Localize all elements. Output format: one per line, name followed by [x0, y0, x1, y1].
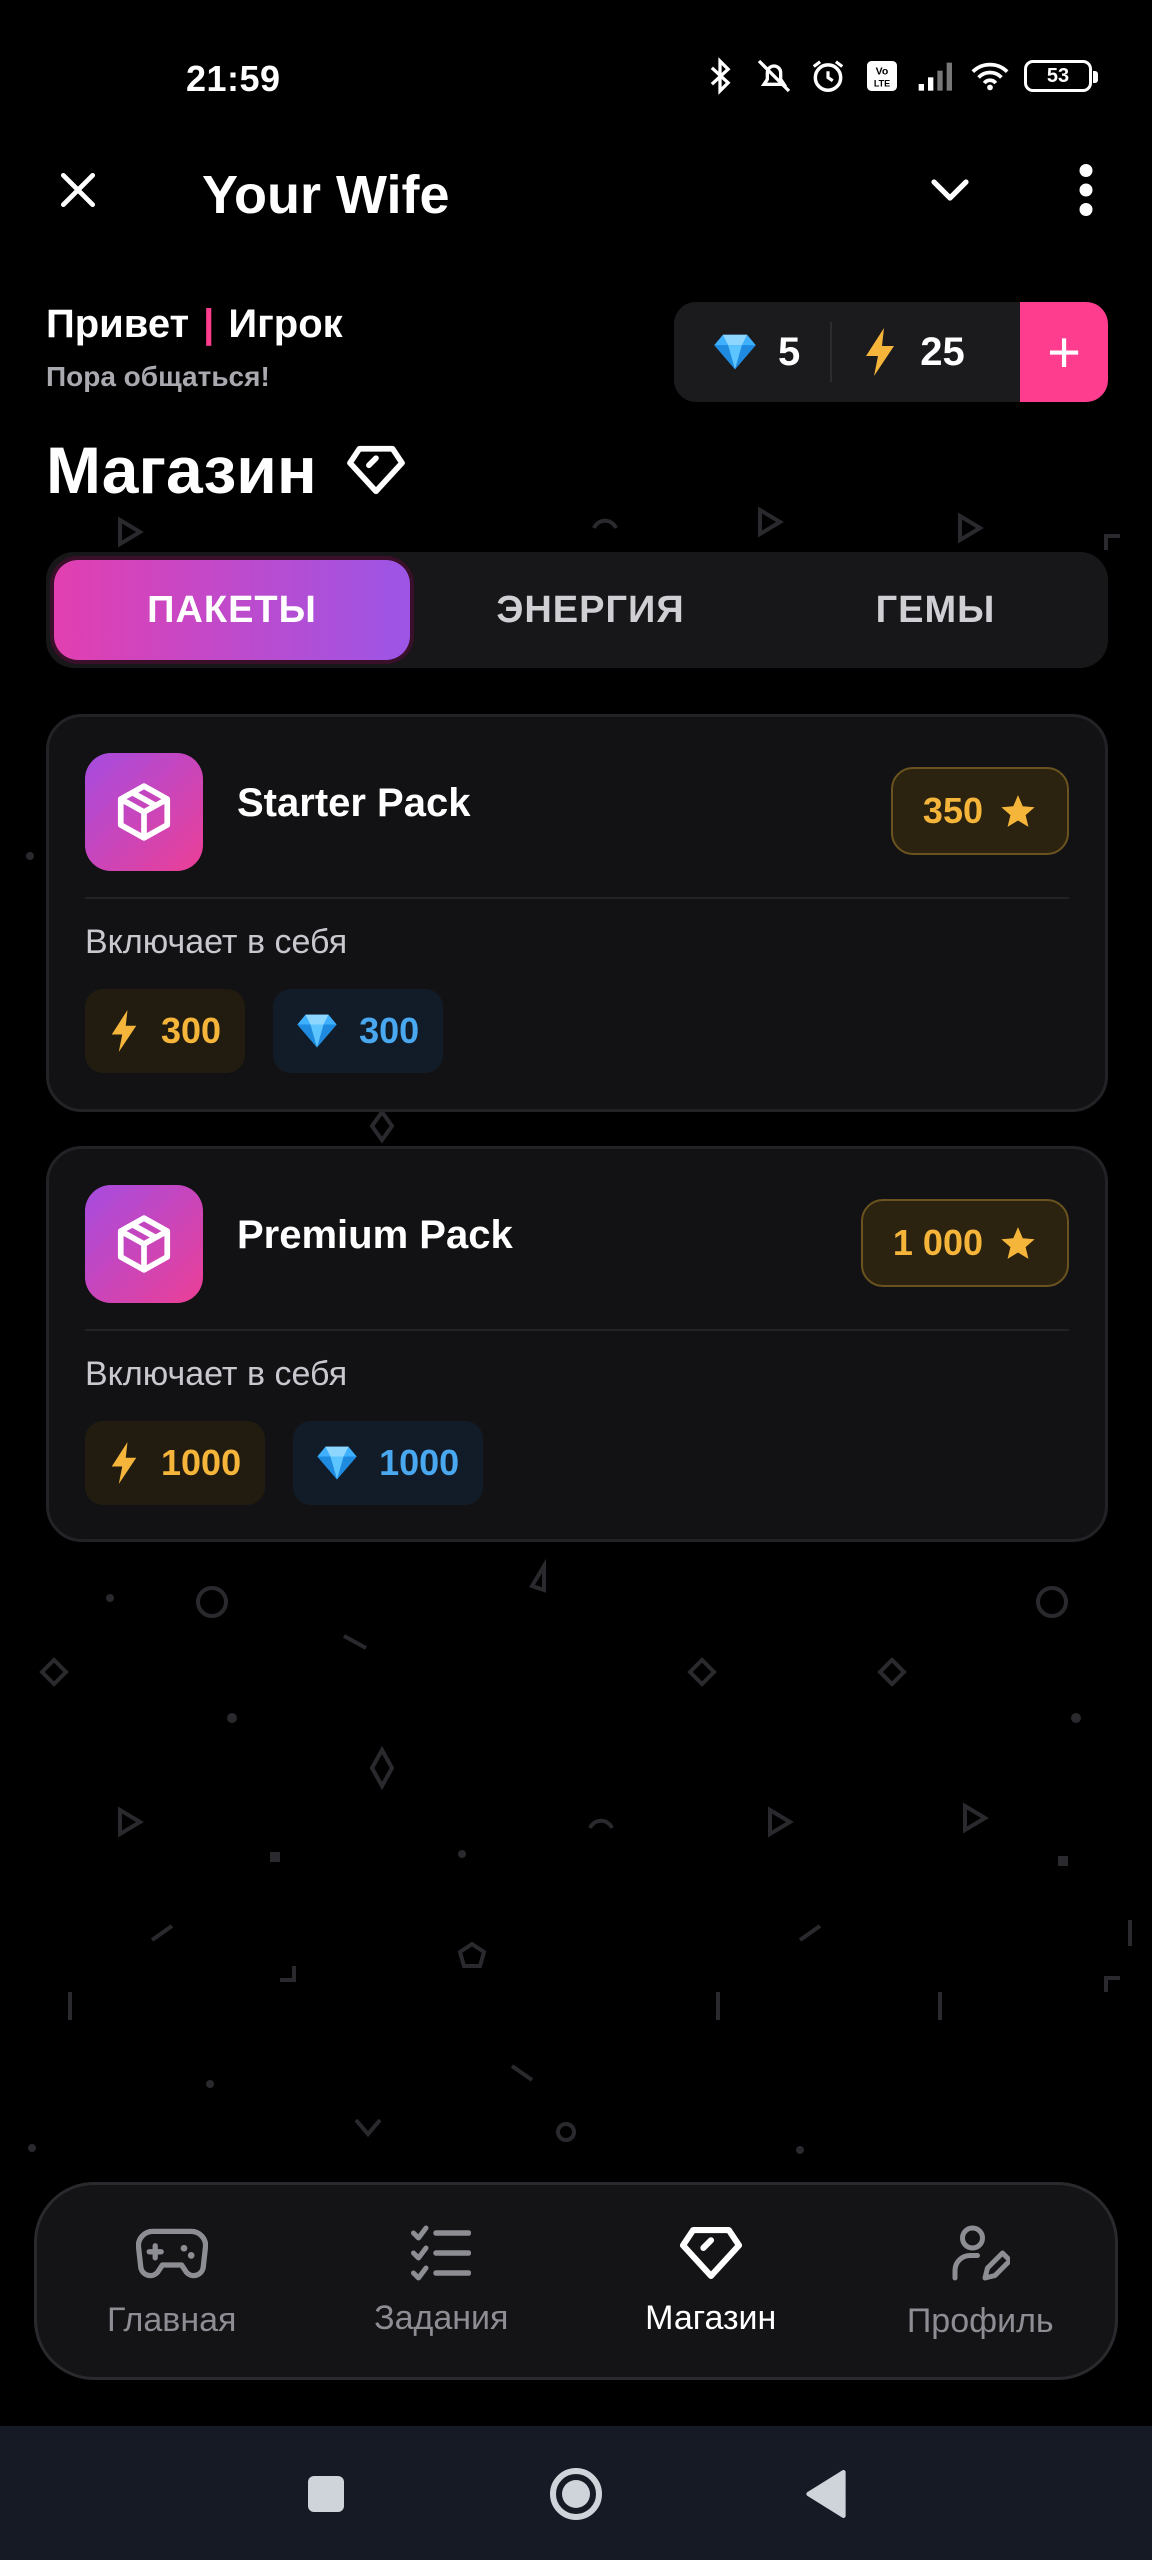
reward-energy-value: 300	[161, 1010, 222, 1051]
nav-item-home[interactable]: Главная	[37, 2185, 307, 2377]
reward-gems: 1000	[293, 1421, 484, 1505]
app-bar: Your Wife	[0, 150, 1152, 280]
nav-label-home: Главная	[107, 2300, 237, 2339]
svg-text:Vo: Vo	[876, 66, 889, 78]
tab-gems[interactable]: ГЕМЫ	[763, 552, 1108, 668]
card-divider	[85, 897, 1069, 899]
chevron-down-icon	[931, 179, 969, 201]
status-bar: 21:59 Vo LTE 53	[0, 0, 1152, 150]
pack-card-premium[interactable]: Premium Pack 1 000 Включает в себя 1000 …	[46, 1146, 1108, 1542]
home-button[interactable]	[544, 2462, 608, 2526]
close-icon	[60, 172, 96, 208]
svg-text:LTE: LTE	[874, 79, 890, 89]
gem-balance: 5	[674, 302, 800, 402]
system-nav-bar	[0, 2426, 1152, 2560]
page-title: Магазин	[46, 432, 405, 508]
add-balance-button[interactable]: +	[1020, 302, 1108, 402]
status-icons: Vo LTE 53	[700, 56, 1098, 96]
pack-card-starter[interactable]: Starter Pack 350 Включает в себя 300 300	[46, 714, 1108, 1112]
greeting-name: Игрок	[228, 302, 343, 346]
pack-name: Premium Pack	[237, 1213, 513, 1257]
reward-gems-value: 1000	[379, 1442, 460, 1483]
balance-panel: 5 25 +	[674, 302, 1108, 402]
nav-label-profile: Профиль	[906, 2301, 1054, 2340]
nav-item-shop[interactable]: Магазин	[576, 2185, 846, 2377]
pack-icon-box	[85, 1185, 203, 1303]
card-divider	[85, 1329, 1069, 1331]
signal-icon	[916, 56, 956, 96]
nav-label-tasks: Задания	[374, 2298, 509, 2337]
checklist-icon	[411, 2225, 472, 2280]
page-title-text: Магазин	[46, 433, 317, 507]
tab-packs[interactable]: ПАКЕТЫ	[46, 552, 418, 668]
volte-icon: Vo LTE	[862, 56, 902, 96]
bluetooth-icon	[700, 56, 740, 96]
greeting: Привет | Игрок Пора общаться!	[46, 302, 343, 393]
pack-name: Starter Pack	[237, 781, 471, 825]
gem-icon	[317, 1446, 357, 1480]
tab-energy-label: ЭНЕРГИЯ	[496, 588, 685, 631]
bottom-nav: Главная Задания Магазин Профиль	[34, 2182, 1118, 2380]
greeting-hello: Привет	[46, 302, 190, 346]
profile-edit-icon	[952, 2225, 1011, 2280]
energy-balance: 25	[832, 302, 965, 402]
includes-label: Включает в себя	[85, 923, 348, 961]
collapse-button[interactable]	[920, 160, 980, 220]
gamepad-icon	[135, 2228, 208, 2278]
package-icon	[117, 1215, 171, 1273]
pack-price-button[interactable]: 350	[890, 767, 1069, 855]
diamond-outline-icon	[346, 445, 405, 495]
package-icon	[117, 783, 171, 841]
reward-gems: 300	[273, 989, 444, 1073]
wifi-icon	[970, 56, 1010, 96]
gem-icon	[297, 1014, 337, 1048]
gem-count: 5	[778, 329, 801, 374]
nav-label-shop: Магазин	[645, 2298, 777, 2337]
lightning-icon	[111, 1010, 137, 1052]
greeting-separator: |	[203, 302, 215, 346]
star-icon	[1001, 795, 1035, 827]
lightning-icon	[866, 328, 895, 376]
mute-icon	[754, 56, 794, 96]
lightning-icon	[111, 1442, 137, 1484]
diamond-icon	[679, 2226, 742, 2279]
recents-button[interactable]	[294, 2462, 358, 2526]
square-icon	[308, 2476, 344, 2512]
tab-gems-label: ГЕМЫ	[875, 588, 996, 631]
pack-price-button[interactable]: 1 000	[860, 1199, 1069, 1287]
tab-energy[interactable]: ЭНЕРГИЯ	[418, 552, 763, 668]
gem-icon	[714, 334, 756, 370]
battery-icon: 53	[1024, 60, 1098, 92]
status-time: 21:59	[186, 58, 281, 99]
greeting-subtitle: Пора общаться!	[46, 361, 270, 392]
pack-rewards: 1000 1000	[85, 1421, 484, 1505]
pack-price: 350	[922, 790, 983, 831]
more-button[interactable]	[1056, 160, 1116, 220]
nav-item-profile[interactable]: Профиль	[846, 2185, 1116, 2377]
pack-price: 1 000	[892, 1222, 983, 1263]
includes-label: Включает в себя	[85, 1355, 348, 1393]
pack-icon-box	[85, 753, 203, 871]
reward-energy: 300	[85, 989, 246, 1073]
alarm-icon	[808, 56, 848, 96]
reward-energy-value: 1000	[161, 1442, 242, 1483]
close-button[interactable]	[48, 160, 108, 220]
home-circle-icon	[550, 2468, 602, 2520]
nav-item-tasks[interactable]: Задания	[307, 2185, 577, 2377]
shop-tabs: ПАКЕТЫ ЭНЕРГИЯ ГЕМЫ	[46, 552, 1108, 668]
app-title: Your Wife	[202, 165, 450, 225]
back-button[interactable]	[794, 2462, 858, 2526]
reward-gems-value: 300	[359, 1010, 420, 1051]
back-triangle-icon	[806, 2470, 846, 2518]
pack-rewards: 300 300	[85, 989, 444, 1073]
more-vertical-icon	[1079, 164, 1093, 216]
star-icon	[1001, 1227, 1035, 1259]
reward-energy: 1000	[85, 1421, 266, 1505]
tab-packs-label: ПАКЕТЫ	[147, 588, 317, 631]
energy-count: 25	[920, 329, 965, 374]
